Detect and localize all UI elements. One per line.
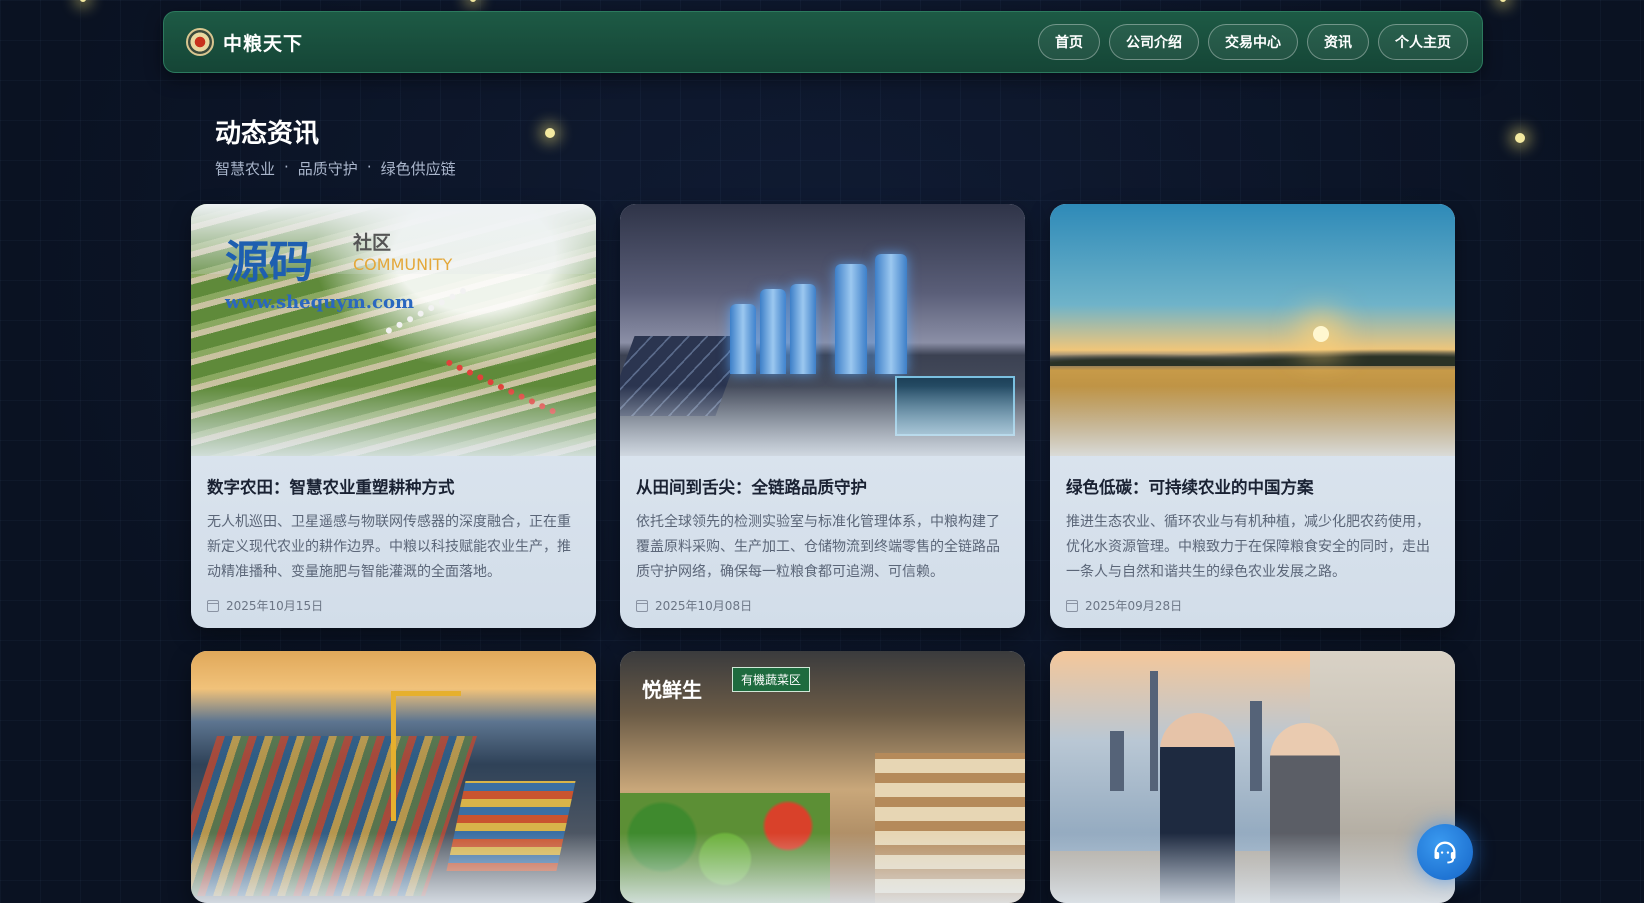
card-image-office <box>1050 651 1455 903</box>
card-title: 数字农田：智慧农业重塑耕种方式 <box>207 478 455 497</box>
section-subtitle: 智慧农业 · 品质守护 · 绿色供应链 <box>215 158 456 179</box>
card-image-terraces: 源码 社区 COMMUNITY www.shequym.com <box>191 204 596 456</box>
glow-light <box>1515 133 1525 143</box>
calendar-icon <box>636 599 648 612</box>
news-card[interactable]: 悦鲜生 有機蔬菜区 <box>620 651 1025 903</box>
card-image-port <box>191 651 596 903</box>
separator-dot: · <box>284 158 289 176</box>
card-image-wheat-field <box>1050 204 1455 456</box>
nav-item-home[interactable]: 首页 <box>1038 24 1100 60</box>
calendar-icon <box>207 599 219 612</box>
main-nav: 首页 公司介绍 交易中心 资讯 个人主页 <box>1038 24 1468 60</box>
card-date: 2025年10月08日 <box>636 597 1009 614</box>
card-title: 绿色低碳：可持续农业的中国方案 <box>1066 478 1314 497</box>
nav-item-about[interactable]: 公司介绍 <box>1109 24 1199 60</box>
tag-green-supply: 绿色供应链 <box>380 160 456 178</box>
card-image-market: 悦鲜生 有機蔬菜区 <box>620 651 1025 903</box>
card-date-text: 2025年09月28日 <box>1085 599 1183 613</box>
section-title: 动态资讯 <box>215 119 320 149</box>
nav-item-trading[interactable]: 交易中心 <box>1208 24 1298 60</box>
card-title: 从田间到舌尖：全链路品质守护 <box>636 478 867 497</box>
card-date: 2025年10月15日 <box>207 597 580 614</box>
watermark-url: www.shequym.com <box>225 292 415 313</box>
card-date: 2025年09月28日 <box>1066 597 1439 614</box>
watermark-main: 源码 <box>225 237 313 288</box>
market-zone-sign: 有機蔬菜区 <box>732 667 811 692</box>
card-description: 推进生态农业、循环农业与有机种植，减少化肥农药使用，优化水资源管理。中粮致力于在… <box>1066 514 1430 580</box>
card-description: 依托全球领先的检测实验室与标准化管理体系，中粮构建了覆盖原料采购、生产加工、仓储… <box>636 514 1000 580</box>
nav-item-news[interactable]: 资讯 <box>1307 24 1369 60</box>
top-navbar: 中粮天下 首页 公司介绍 交易中心 资讯 个人主页 <box>163 11 1483 73</box>
tag-quality: 品质守护 <box>297 160 358 178</box>
glow-light <box>470 0 476 2</box>
watermark-community-en: COMMUNITY <box>353 255 453 274</box>
separator-dot: · <box>366 158 372 176</box>
tag-smart-agriculture: 智慧农业 <box>215 160 276 178</box>
glow-light <box>1500 0 1506 2</box>
logo-icon <box>186 28 214 56</box>
card-description: 无人机巡田、卫星遥感与物联网传感器的深度融合，正在重新定义现代农业的耕作边界。中… <box>207 514 571 580</box>
card-image-silos <box>620 204 1025 456</box>
headset-icon <box>1434 841 1456 864</box>
market-brand-sign: 悦鲜生 <box>642 678 702 702</box>
glow-light <box>80 0 86 2</box>
news-card[interactable] <box>1050 651 1455 903</box>
brand-name: 中粮天下 <box>223 32 304 55</box>
card-date-text: 2025年10月08日 <box>655 599 753 613</box>
glow-light <box>545 128 555 138</box>
card-date-text: 2025年10月15日 <box>226 599 324 613</box>
support-button[interactable] <box>1417 824 1473 880</box>
news-card[interactable]: 绿色低碳：可持续农业的中国方案 推进生态农业、循环农业与有机种植，减少化肥农药使… <box>1050 204 1455 628</box>
calendar-icon <box>1066 599 1078 612</box>
nav-item-profile[interactable]: 个人主页 <box>1378 24 1468 60</box>
watermark-community-cn: 社区 <box>353 232 392 254</box>
watermark: 源码 社区 COMMUNITY www.shequym.com <box>225 226 452 313</box>
news-card[interactable] <box>191 651 596 903</box>
brand[interactable]: 中粮天下 <box>186 28 303 56</box>
news-card[interactable]: 源码 社区 COMMUNITY www.shequym.com 数字农田：智慧农… <box>191 204 596 628</box>
news-card[interactable]: 从田间到舌尖：全链路品质守护 依托全球领先的检测实验室与标准化管理体系，中粮构建… <box>620 204 1025 628</box>
